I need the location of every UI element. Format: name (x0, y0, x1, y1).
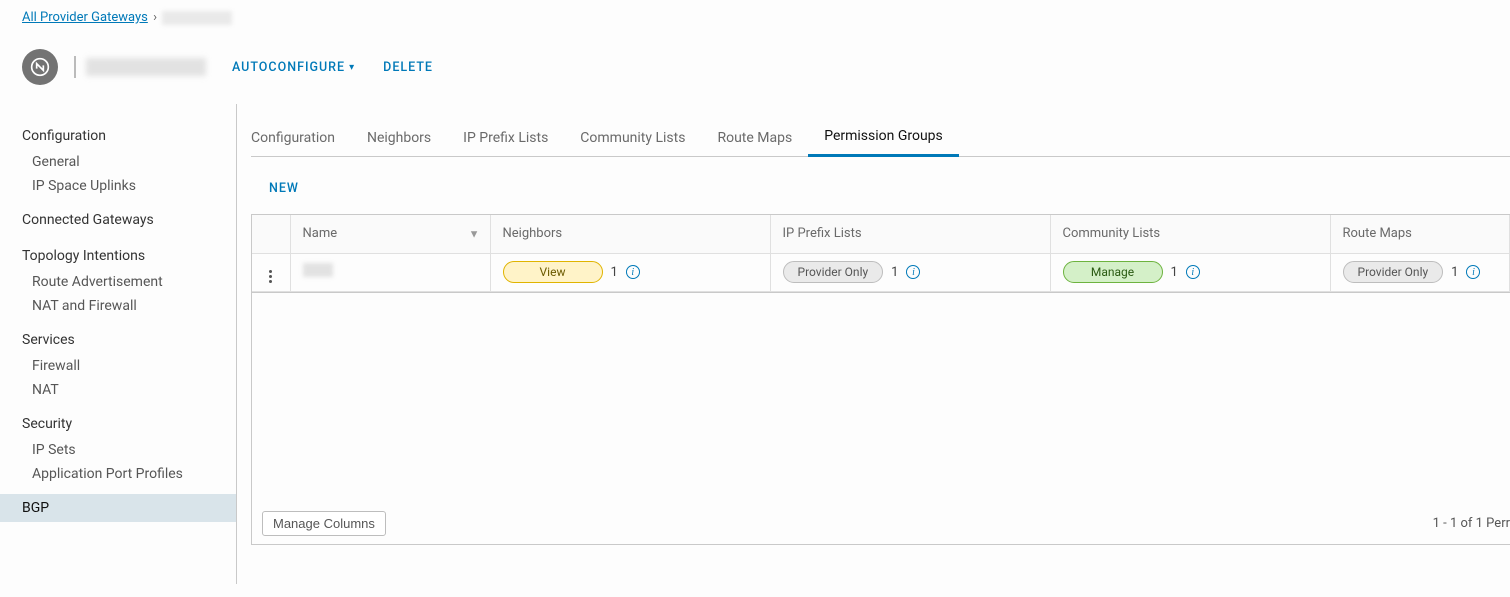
col-name[interactable]: Name ▼ (290, 215, 490, 253)
sidebar-group-configuration[interactable]: Configuration (0, 122, 236, 150)
info-icon[interactable]: i (1186, 265, 1200, 279)
info-icon[interactable]: i (626, 265, 640, 279)
sidebar-group-bgp[interactable]: BGP (0, 494, 236, 522)
tab-neighbors[interactable]: Neighbors (351, 130, 447, 156)
badge-route-maps: Provider Only (1343, 261, 1444, 283)
col-route-maps[interactable]: Route Maps (1330, 215, 1510, 253)
tab-permission-groups[interactable]: Permission Groups (808, 128, 959, 157)
tab-route-maps[interactable]: Route Maps (701, 130, 808, 156)
breadcrumb-separator: › (151, 10, 159, 25)
sidebar-item-application-port-profiles[interactable]: Application Port Profiles (0, 462, 236, 486)
sidebar-item-ip-space-uplinks[interactable]: IP Space Uplinks (0, 174, 236, 198)
sidebar: Configuration General IP Space Uplinks C… (0, 104, 237, 584)
sidebar-item-route-advertisement[interactable]: Route Advertisement (0, 270, 236, 294)
autoconfigure-menu[interactable]: AUTOCONFIGURE ▾ (232, 60, 355, 75)
cell-name (290, 253, 490, 291)
count-community: 1 (1171, 265, 1178, 280)
sidebar-item-general[interactable]: General (0, 150, 236, 174)
filter-icon[interactable]: ▼ (469, 227, 480, 240)
count-neighbors: 1 (611, 265, 618, 280)
table-footer: Manage Columns 1 - 1 of 1 Perr (251, 503, 1510, 545)
cell-ip-prefix-lists: Provider Only 1 i (770, 253, 1050, 291)
sidebar-group-security[interactable]: Security (0, 410, 236, 438)
tab-ip-prefix-lists[interactable]: IP Prefix Lists (447, 130, 564, 156)
sidebar-group-topology-intentions[interactable]: Topology Intentions (0, 242, 236, 270)
badge-ip-prefix: Provider Only (783, 261, 884, 283)
sidebar-item-ip-sets[interactable]: IP Sets (0, 438, 236, 462)
badge-community: Manage (1063, 261, 1163, 283)
paging-label: 1 - 1 of 1 Perr (1433, 516, 1510, 531)
chevron-down-icon: ▾ (349, 62, 355, 73)
sidebar-item-nat[interactable]: NAT (0, 378, 236, 402)
info-icon[interactable]: i (1466, 265, 1480, 279)
col-ip-prefix-lists[interactable]: IP Prefix Lists (770, 215, 1050, 253)
breadcrumb: All Provider Gateways › (0, 0, 1510, 31)
sidebar-item-firewall[interactable]: Firewall (0, 354, 236, 378)
table-row[interactable]: View 1 i Provider Only 1 i (252, 253, 1510, 291)
cell-community-lists: Manage 1 i (1050, 253, 1330, 291)
col-neighbors[interactable]: Neighbors (490, 215, 770, 253)
breadcrumb-current-redacted (162, 11, 232, 25)
breadcrumb-root-link[interactable]: All Provider Gateways (22, 10, 148, 25)
page-title-redacted (74, 56, 206, 78)
table-empty-area (251, 293, 1510, 503)
sidebar-group-connected-gateways[interactable]: Connected Gateways (0, 206, 236, 234)
sidebar-item-nat-and-firewall[interactable]: NAT and Firewall (0, 294, 236, 318)
tab-configuration[interactable]: Configuration (251, 130, 351, 156)
count-ip-prefix: 1 (891, 265, 898, 280)
cell-route-maps: Provider Only 1 i (1330, 253, 1510, 291)
gateway-icon (22, 49, 58, 85)
col-community-lists[interactable]: Community Lists (1050, 215, 1330, 253)
new-button[interactable]: NEW (269, 181, 299, 196)
sidebar-group-services[interactable]: Services (0, 326, 236, 354)
tab-bar: Configuration Neighbors IP Prefix Lists … (251, 128, 1510, 157)
permission-groups-table: Name ▼ Neighbors IP Prefix Lists Communi… (251, 214, 1510, 293)
count-route-maps: 1 (1451, 265, 1458, 280)
info-icon[interactable]: i (906, 265, 920, 279)
tab-community-lists[interactable]: Community Lists (564, 130, 701, 156)
cell-neighbors: View 1 i (490, 253, 770, 291)
manage-columns-button[interactable]: Manage Columns (262, 511, 386, 536)
delete-button[interactable]: DELETE (383, 60, 433, 75)
page-header: AUTOCONFIGURE ▾ DELETE (0, 31, 1510, 103)
row-actions-menu[interactable] (264, 270, 278, 283)
badge-neighbors: View (503, 261, 603, 283)
